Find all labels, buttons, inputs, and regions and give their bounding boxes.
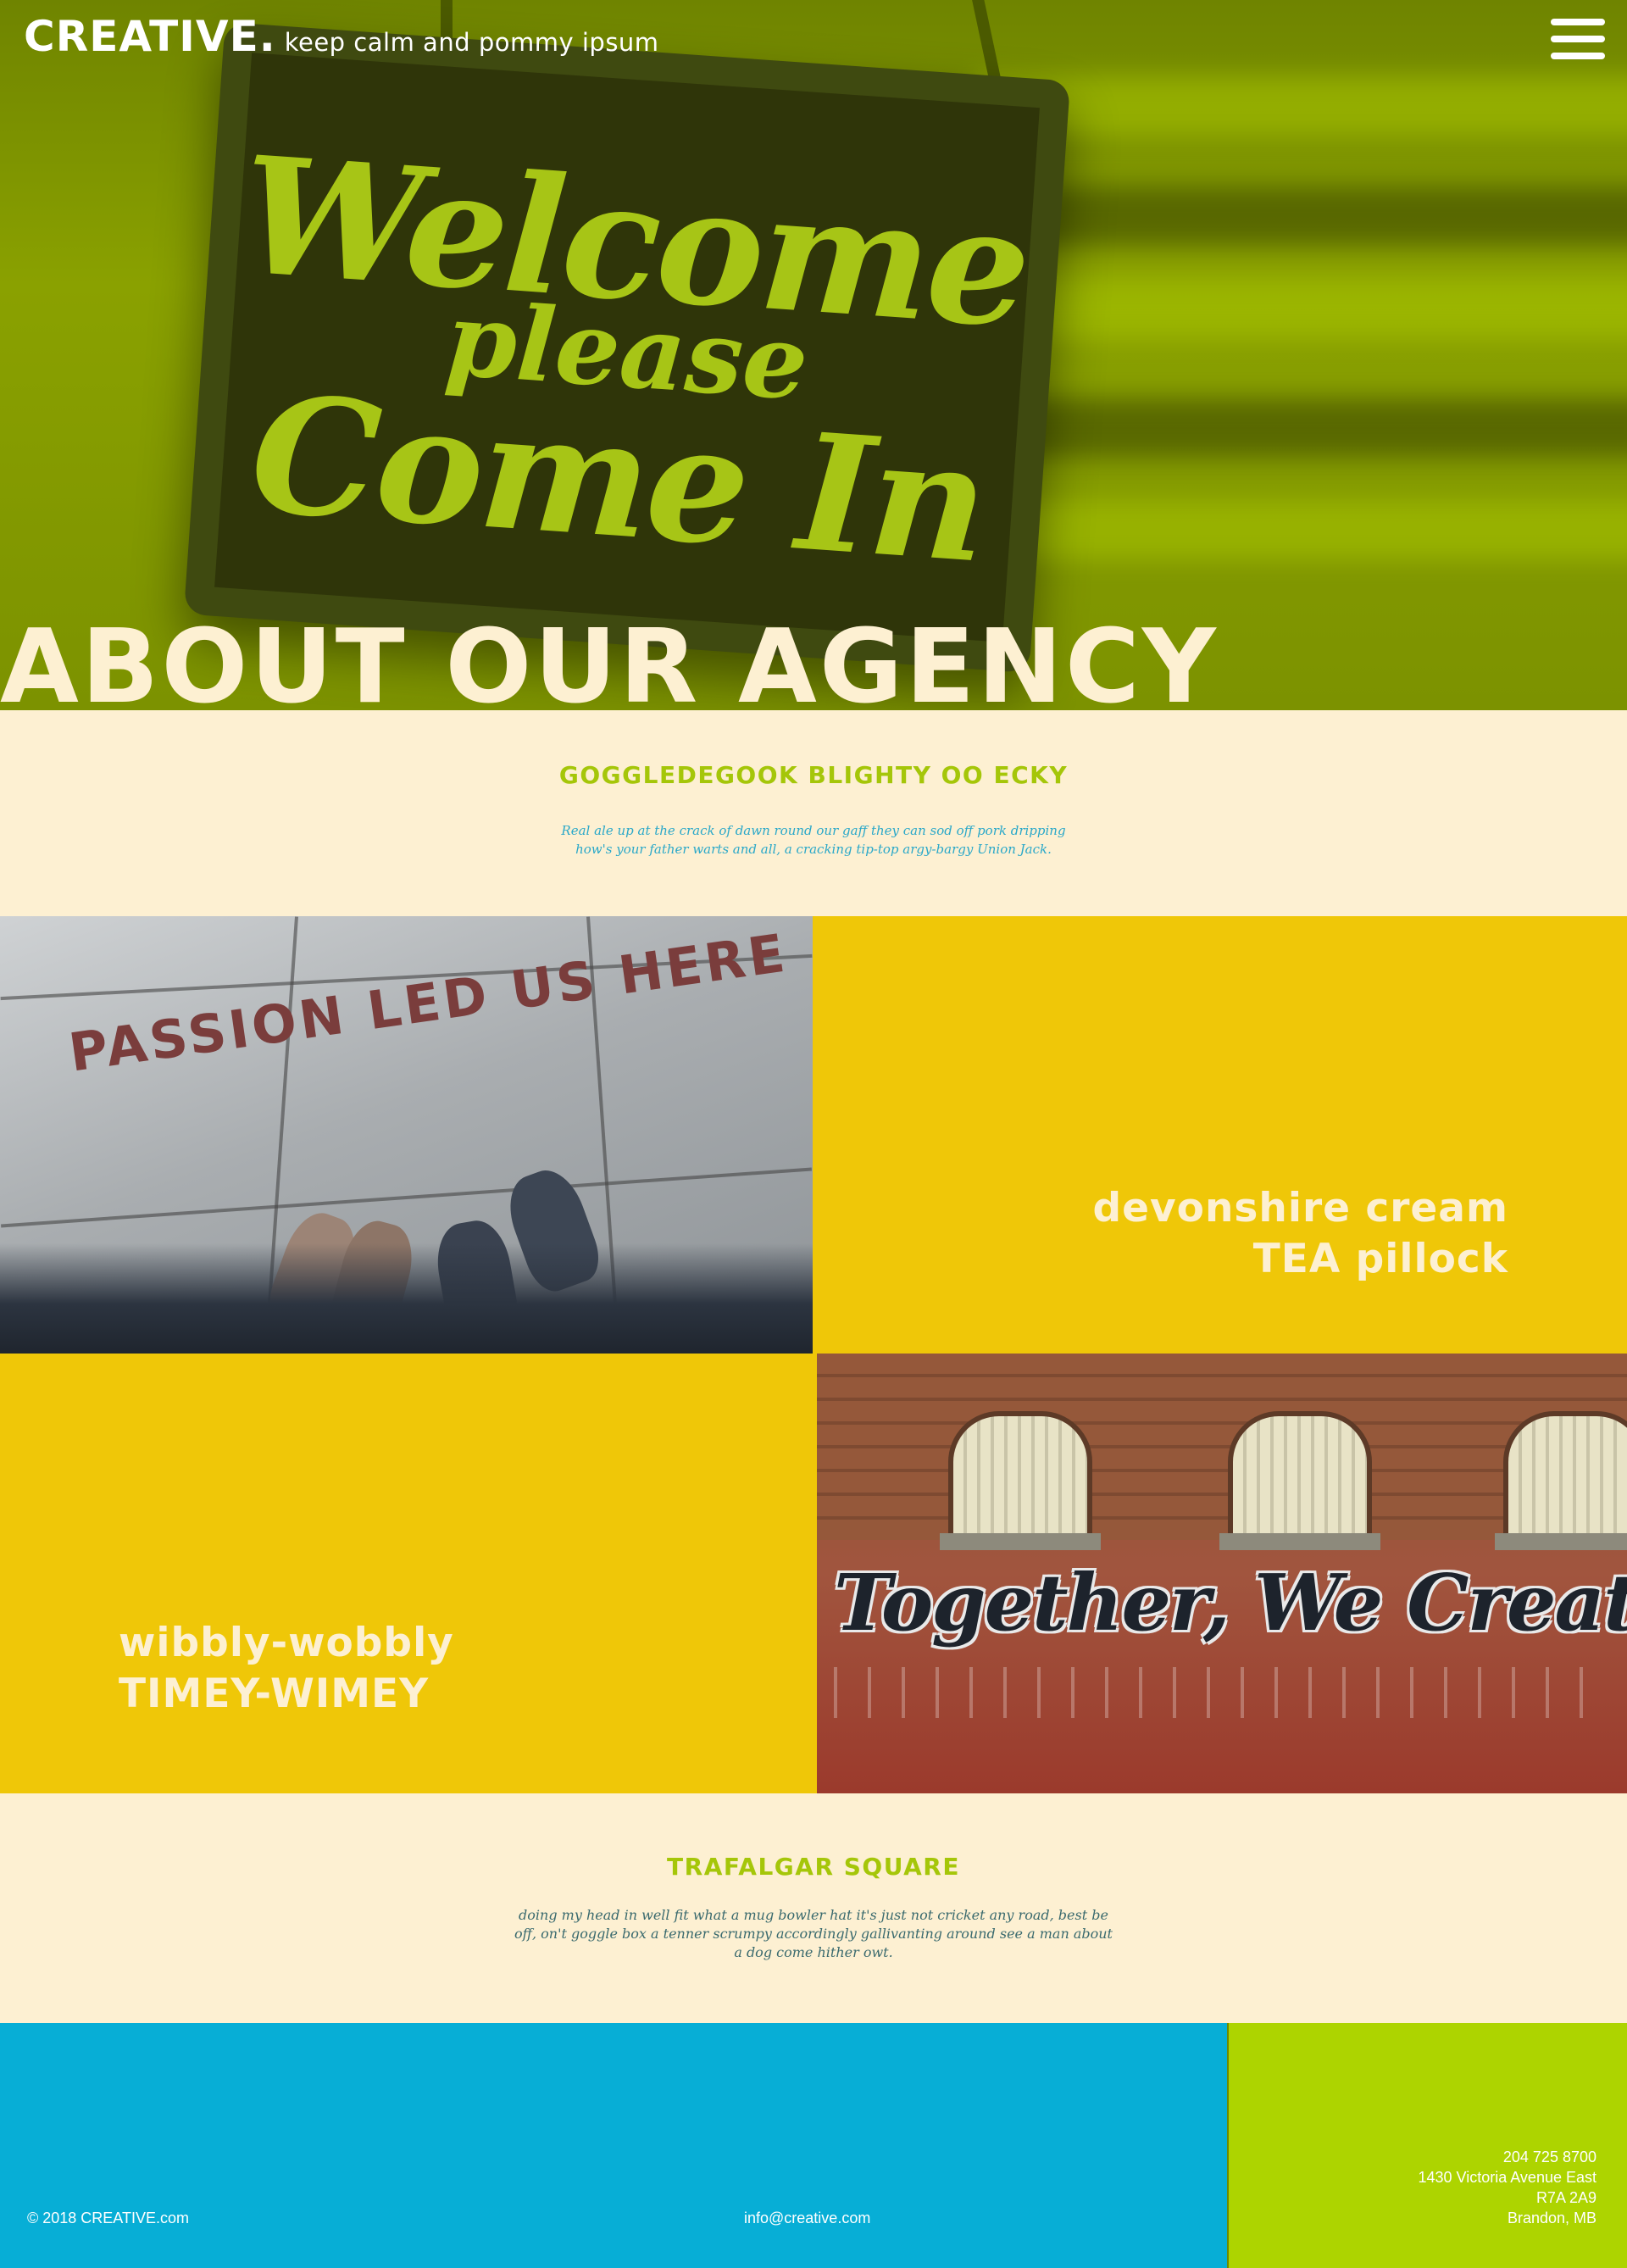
contact-info: 204 725 8700 1430 Victoria Avenue East R… [1419,2147,1597,2228]
outro-heading: TRAFALGAR SQUARE [667,1853,960,1881]
legs-shadow [0,1243,813,1354]
email-link[interactable]: info@creative.com [744,2208,870,2228]
passion-photo: PASSION LED US HERE [0,916,813,1354]
page-title: ABOUT OUR AGENCY [0,609,1219,711]
menu-bar [1551,53,1605,59]
outro-body: doing my head in well fit what a mug bow… [514,1907,1113,1960]
caption-line: TIMEY-WIMEY [119,1670,430,1717]
background-bench-slat [975,280,1627,339]
address-line: 1430 Victoria Avenue East [1418,2169,1597,2186]
passion-text: PASSION LED US HERE [64,921,792,1084]
welcome-sign-image: Welcome please Come In [183,21,1071,674]
intro-heading: GOGGLEDEGOOK BLIGHTY OO ECKY [558,761,1069,789]
window [1228,1411,1372,1538]
background-bench-shadow [975,398,1627,458]
caption-line: devonshire cream [1092,1185,1508,1231]
intro-section: GOGGLEDEGOOK BLIGHTY OO ECKY Real ale up… [0,710,1627,916]
yellow-tile-left: wibbly-wobbly TIMEY-WIMEY [0,1354,817,1793]
window-sill [1495,1533,1627,1550]
tile-grout [1,1167,812,1228]
background-bench-slat [975,500,1627,559]
caption-line: TEA pillock [1252,1236,1508,1282]
phone-number[interactable]: 204 725 8700 [1419,2147,1596,2167]
logo[interactable]: CREATIVE. [24,12,276,61]
trafalgar-section: TRAFALGAR SQUARE doing my head in well f… [0,1793,1627,2023]
address-line: R7A 2A9 [1535,2189,1596,2206]
menu-bar [1551,36,1605,42]
footer-green-panel [1227,2023,1627,2268]
footer-blue-panel [0,2023,1227,2268]
yellow-tile-right: devonshire cream TEA pillock [813,916,1627,1354]
graffiti-text: Together, We Create! [834,1557,1627,1648]
paint-drips [834,1667,1613,1718]
graffiti-photo: Together, We Create! [817,1354,1627,1793]
window-sill [940,1533,1101,1550]
copyright: © 2018 CREATIVE.com [27,2210,189,2226]
tagline: keep calm and pommy ipsum [284,28,659,57]
caption-devonshire: devonshire cream TEA pillock [1093,1183,1508,1285]
caption-line: wibbly-wobbly [119,1620,454,1666]
window [1503,1411,1627,1538]
address-line: Brandon, MB [1507,2210,1596,2226]
window [948,1411,1092,1538]
intro-body: Real ale up at the crack of dawn round o… [561,823,1066,857]
hamburger-menu-icon[interactable] [1551,19,1605,59]
brand: CREATIVE. keep calm and pommy ipsum [24,12,659,61]
caption-wibbly: wibbly-wobbly TIMEY-WIMEY [119,1618,454,1720]
hero-section: Welcome please Come In CREATIVE. keep ca… [0,0,1627,710]
background-bench-shadow [975,186,1627,246]
background-bench-slat [975,76,1627,136]
menu-bar [1551,19,1605,25]
window-sill [1219,1533,1380,1550]
